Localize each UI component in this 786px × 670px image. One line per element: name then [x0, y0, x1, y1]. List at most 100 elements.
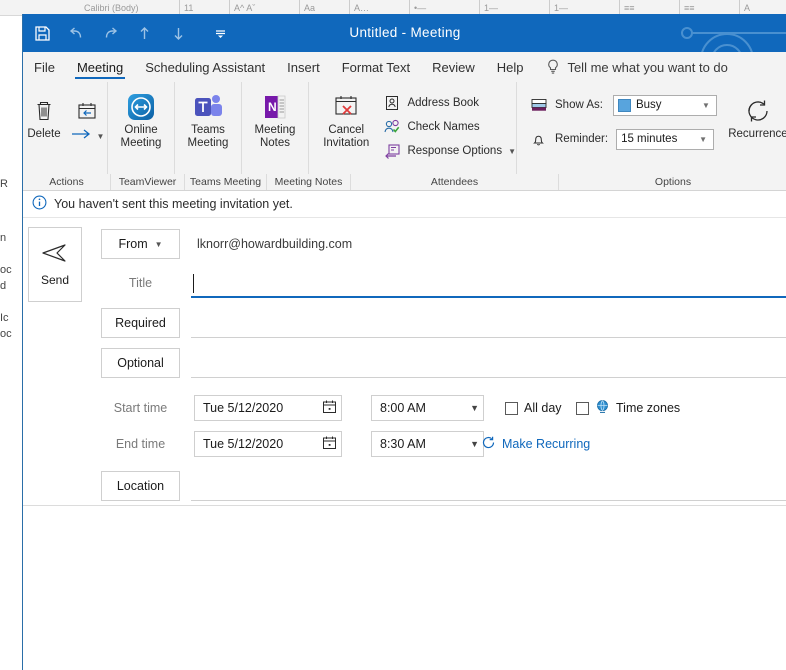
cancel-invitation-button[interactable]: Cancel Invitation — [317, 88, 375, 150]
start-time-value: 8:00 AM — [380, 401, 426, 415]
onenote-icon: N — [260, 90, 290, 124]
save-icon[interactable] — [27, 18, 57, 48]
teamviewer-icon — [125, 90, 157, 124]
online-meeting-button[interactable]: Online Meeting — [108, 82, 174, 174]
calendar-icon[interactable] — [322, 435, 337, 453]
title-input[interactable] — [191, 268, 786, 298]
make-recurring-link[interactable]: Make Recurring — [481, 431, 590, 457]
trash-icon — [34, 94, 54, 128]
address-book-button[interactable]: Address Book — [383, 91, 516, 115]
meeting-window: Untitled - Meeting File Meeting Scheduli… — [22, 14, 786, 670]
meeting-body[interactable] — [23, 505, 786, 670]
start-date-value: Tue 5/12/2020 — [203, 401, 284, 415]
online-meeting-label-line1: Online — [124, 124, 158, 136]
calendar-icon[interactable] — [322, 399, 337, 417]
ribbon-group-meeting-notes: N Meeting Notes — [241, 82, 308, 174]
all-day-checkbox[interactable]: All day — [505, 395, 562, 421]
optional-button[interactable]: Optional — [101, 348, 180, 378]
meeting-form: Send From ▼ lknorr@howardbuilding.com Ti… — [23, 218, 786, 505]
recurrence-button[interactable]: Recurrence — [727, 92, 786, 141]
reminder-row: Reminder: 15 minutes ▼ — [531, 126, 717, 152]
check-names-button[interactable]: Check Names — [383, 115, 516, 139]
check-names-icon — [383, 118, 401, 136]
customize-quick-access-toolbar-icon[interactable] — [205, 18, 235, 48]
from-label: From — [118, 237, 148, 251]
location-button[interactable]: Location — [101, 471, 180, 501]
undo-icon[interactable] — [61, 18, 91, 48]
meeting-notes-button[interactable]: N Meeting Notes — [242, 82, 308, 174]
start-time-label: Start time — [113, 401, 168, 415]
title-bar: Untitled - Meeting — [23, 14, 786, 52]
response-options-caret-icon[interactable]: ▼ — [508, 147, 516, 156]
next-item-icon[interactable] — [163, 18, 193, 48]
optional-input[interactable] — [191, 348, 786, 378]
chevron-down-icon[interactable]: ▼ — [470, 403, 479, 413]
location-input[interactable] — [191, 471, 786, 501]
from-button[interactable]: From ▼ — [101, 229, 180, 259]
show-as-select[interactable]: Busy ▼ — [612, 94, 717, 116]
time-zones-label: Time zones — [616, 401, 681, 415]
busy-color-swatch — [617, 98, 631, 112]
background-text-fragment: n — [0, 232, 7, 244]
chevron-down-icon[interactable]: ▼ — [698, 101, 714, 110]
background-text-fragment: oc — [0, 264, 12, 276]
info-bar-text: You haven't sent this meeting invitation… — [54, 197, 293, 211]
title-bar-decoration — [667, 14, 786, 52]
quick-access-toolbar[interactable] — [23, 14, 235, 52]
all-day-label: All day — [524, 401, 562, 415]
globe-icon — [595, 399, 610, 417]
forward-meeting-button[interactable]: ▼ — [67, 86, 107, 143]
tell-me-search[interactable]: Tell me what you want to do — [534, 52, 728, 82]
meeting-notes-label-line1: Meeting — [254, 124, 296, 136]
teams-icon — [192, 90, 224, 124]
tab-help[interactable]: Help — [486, 52, 535, 82]
delete-label: Delete — [27, 128, 61, 140]
reminder-select[interactable]: 15 minutes ▼ — [616, 128, 715, 150]
reminder-value: 15 minutes — [621, 133, 678, 145]
group-label-meeting-notes: Meeting Notes — [267, 174, 351, 190]
time-zones-checkbox[interactable]: Time zones — [576, 395, 680, 421]
teams-meeting-button[interactable]: Teams Meeting — [175, 82, 241, 174]
tab-review[interactable]: Review — [421, 52, 486, 82]
end-date-value: Tue 5/12/2020 — [203, 437, 284, 451]
required-label: Required — [115, 316, 166, 330]
all-day-checkbox-box[interactable] — [505, 401, 518, 415]
forward-dropdown-caret-icon[interactable]: ▼ — [97, 130, 105, 143]
start-date-input[interactable]: Tue 5/12/2020 — [194, 395, 342, 421]
send-button[interactable]: Send — [28, 227, 82, 302]
tab-format-text[interactable]: Format Text — [331, 52, 421, 82]
delete-button[interactable]: Delete — [23, 86, 65, 141]
chevron-down-icon[interactable]: ▼ — [695, 135, 711, 144]
group-label-teams-meeting: Teams Meeting — [185, 174, 267, 190]
ribbon-group-options: Show As: Busy ▼ Reminder: 15 minutes ▼ R… — [516, 82, 786, 174]
ribbon-group-labels: Actions TeamViewer Teams Meeting Meeting… — [23, 174, 786, 191]
tab-insert[interactable]: Insert — [276, 52, 331, 82]
chevron-down-icon[interactable]: ▼ — [470, 439, 479, 449]
address-book-label: Address Book — [407, 97, 480, 109]
reminder-label: Reminder: — [555, 133, 609, 145]
end-time-input[interactable]: 8:30 AM ▼ — [371, 431, 484, 457]
svg-text:N: N — [268, 100, 277, 114]
from-value-field[interactable]: lknorr@howardbuilding.com — [191, 229, 786, 259]
end-time-value: 8:30 AM — [380, 437, 426, 451]
start-time-input[interactable]: 8:00 AM ▼ — [371, 395, 484, 421]
forward-arrow-icon — [70, 129, 92, 143]
end-date-input[interactable]: Tue 5/12/2020 — [194, 431, 342, 457]
redo-icon[interactable] — [95, 18, 125, 48]
tab-file[interactable]: File — [23, 52, 66, 82]
tab-meeting[interactable]: Meeting — [66, 52, 134, 82]
ribbon-tabs[interactable]: File Meeting Scheduling Assistant Insert… — [23, 52, 786, 82]
response-options-button[interactable]: Response Options ▼ — [383, 139, 516, 163]
recurrence-small-icon — [481, 435, 496, 453]
tab-scheduling-assistant[interactable]: Scheduling Assistant — [134, 52, 276, 82]
required-button[interactable]: Required — [101, 308, 180, 338]
time-zones-checkbox-box[interactable] — [576, 401, 589, 415]
bell-icon — [531, 131, 549, 147]
send-label: Send — [40, 273, 70, 287]
background-text-fragment: oc — [0, 328, 12, 340]
online-meeting-label-line2: Meeting — [120, 137, 162, 149]
previous-item-icon[interactable] — [129, 18, 159, 48]
chevron-down-icon[interactable]: ▼ — [155, 240, 163, 249]
cancel-invitation-icon — [331, 90, 361, 124]
required-input[interactable] — [191, 308, 786, 338]
